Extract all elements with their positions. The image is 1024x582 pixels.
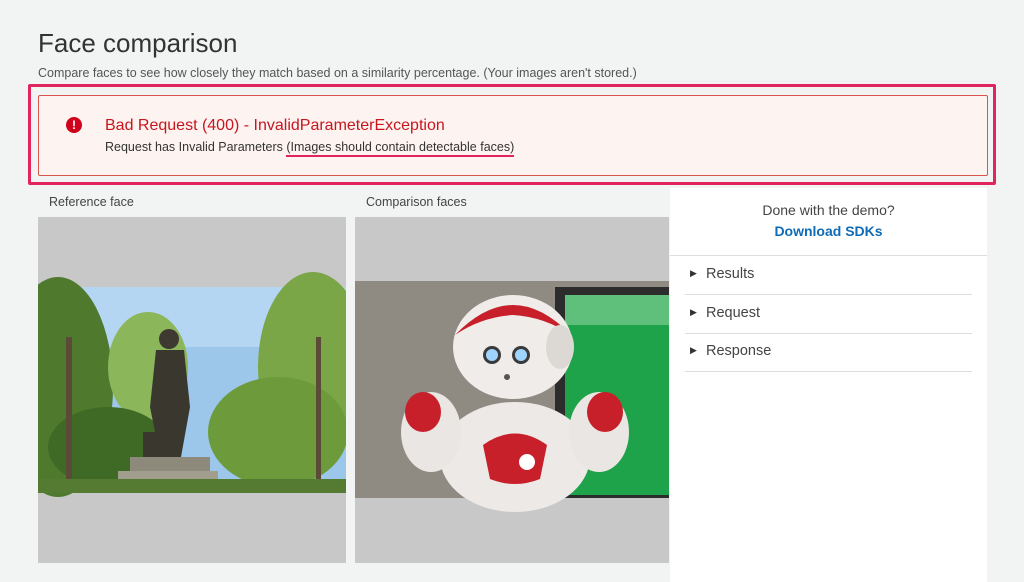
robot-photo (355, 217, 669, 563)
page-subtitle: Compare faces to see how closely they ma… (38, 66, 637, 80)
reference-image[interactable] (38, 217, 346, 563)
response-section-toggle[interactable]: ▶ Response (685, 333, 972, 372)
caret-right-icon: ▶ (690, 345, 697, 355)
caret-right-icon: ▶ (690, 268, 697, 278)
comparison-image[interactable] (355, 217, 669, 563)
request-section-label: Request (706, 305, 761, 321)
caret-right-icon: ▶ (690, 307, 697, 317)
done-with-demo-text: Done with the demo? (762, 202, 895, 218)
request-section-toggle[interactable]: ▶ Request (685, 295, 972, 334)
comparison-faces-label: Comparison faces (366, 195, 467, 209)
error-highlight-frame (28, 84, 996, 185)
results-section-toggle[interactable]: ▶ Results (685, 256, 972, 295)
results-section-label: Results (706, 266, 755, 282)
reference-face-label: Reference face (49, 195, 134, 209)
statue-photo (38, 217, 346, 563)
page-title: Face comparison (38, 28, 238, 58)
download-sdks-link[interactable]: Download SDKs (670, 223, 987, 239)
demo-sidebar: Done with the demo? Download SDKs ▶ Resu… (670, 188, 987, 582)
response-section-label: Response (706, 343, 772, 359)
